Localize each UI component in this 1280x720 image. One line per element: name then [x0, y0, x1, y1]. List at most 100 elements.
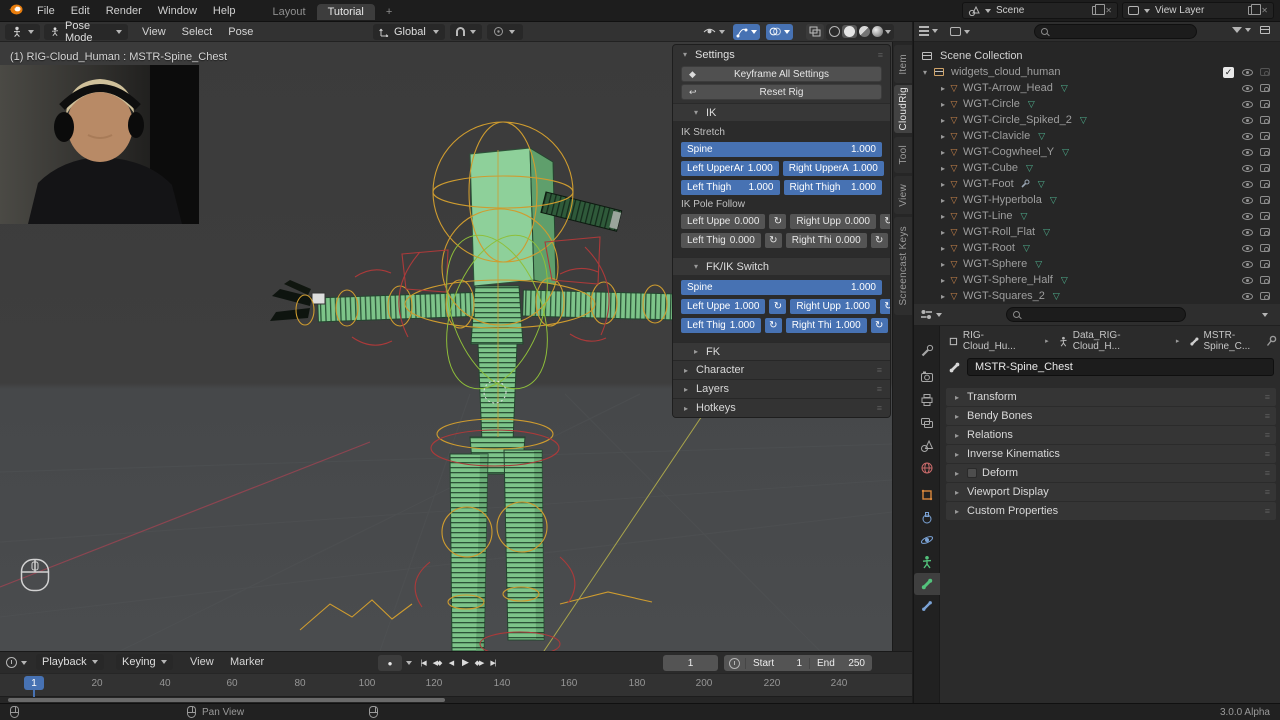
outliner-row-wgt[interactable]: ▸▽WGT-Sphere_Half▽ [914, 272, 1280, 288]
expand-icon[interactable]: ▸ [938, 164, 948, 173]
outliner-row-wgt[interactable]: ▸▽WGT-Roll_Flat▽ [914, 224, 1280, 240]
tab-physics[interactable] [914, 529, 940, 551]
jump-to-end-button[interactable]: ▶| [486, 655, 500, 670]
workspace-tab-tutorial[interactable]: Tutorial [317, 4, 375, 20]
character-panel-header[interactable]: ▸ Character≡ [673, 360, 890, 379]
render-camera-icon[interactable] [1260, 196, 1270, 204]
panel-viewport-display[interactable]: ▸Viewport Display≡ [946, 483, 1276, 501]
properties-search-input[interactable] [1006, 307, 1186, 322]
refresh-icon[interactable]: ↻ [871, 233, 888, 248]
expand-icon[interactable]: ▸ [938, 212, 948, 221]
hide-eye-icon[interactable] [1242, 229, 1253, 236]
panel-transform[interactable]: ▸Transform≡ [946, 388, 1276, 406]
hide-eye-icon[interactable] [1242, 69, 1253, 76]
play-button[interactable]: ▶ [458, 655, 472, 670]
breadcrumb-armature[interactable]: Data_RIG-Cloud_H... [1058, 330, 1167, 352]
workspace-tab-layout[interactable]: Layout [262, 4, 317, 20]
expand-icon[interactable]: ▸ [938, 196, 948, 205]
outliner-row-scene-collection[interactable]: Scene Collection [914, 48, 1280, 64]
properties-options-chevron-icon[interactable] [1262, 313, 1268, 317]
tab-bone-constraints[interactable] [914, 595, 940, 617]
hide-eye-icon[interactable] [1242, 85, 1253, 92]
reset-rig-button[interactable]: ↩ Reset Rig [681, 84, 882, 100]
fkik-left-upperarm-slider[interactable]: Left Uppe1.000 [681, 299, 765, 314]
shading-rendered-button[interactable] [872, 26, 883, 37]
current-frame-field[interactable]: 1 [663, 655, 718, 671]
outliner-row-wgt[interactable]: ▸▽WGT-Cogwheel_Y▽ [914, 144, 1280, 160]
render-camera-icon[interactable] [1260, 116, 1270, 124]
menu-playback[interactable]: Playback [36, 654, 104, 670]
tab-cloudrig[interactable]: CloudRig [894, 85, 912, 133]
menu-select[interactable]: Select [174, 26, 221, 38]
viewport-3d[interactable]: (1) RIG-Cloud_Human : MSTR-Spine_Chest ▾… [0, 42, 912, 651]
pin-icon[interactable] [1266, 335, 1278, 347]
tab-render[interactable] [914, 366, 940, 388]
expand-icon[interactable]: ▸ [938, 228, 948, 237]
menu-render[interactable]: Render [98, 5, 150, 17]
prev-keyframe-button[interactable]: ◀◆ [430, 655, 444, 670]
snap-button[interactable] [450, 24, 482, 40]
use-preview-range-button[interactable] [724, 658, 746, 669]
tab-scene[interactable] [914, 435, 940, 457]
panel-relations[interactable]: ▸Relations≡ [946, 426, 1276, 444]
settings-panel-header[interactable]: ▾ Settings ≡ [673, 45, 890, 64]
proportional-editing-button[interactable] [487, 24, 523, 40]
outliner-row-wgt[interactable]: ▸▽WGT-Foot▽ [914, 176, 1280, 192]
outliner-row-wgt[interactable]: ▸▽WGT-Line▽ [914, 208, 1280, 224]
tab-constraints[interactable] [914, 507, 940, 529]
ik-stretch-left-upperarm-slider[interactable]: Left UpperAr1.000 [681, 161, 779, 176]
jump-to-start-button[interactable]: |◀ [416, 655, 430, 670]
tab-world[interactable] [914, 457, 940, 479]
hide-eye-icon[interactable] [1242, 101, 1253, 108]
shading-solid-button[interactable] [842, 25, 857, 38]
render-camera-icon[interactable] [1260, 148, 1270, 156]
gizmos-button[interactable] [733, 24, 760, 40]
hide-eye-icon[interactable] [1242, 293, 1253, 300]
refresh-icon[interactable]: ↻ [769, 214, 786, 229]
ik-stretch-right-thigh-slider[interactable]: Right Thigh1.000 [784, 180, 883, 195]
hide-eye-icon[interactable] [1242, 277, 1253, 284]
view-layer-selector[interactable]: View Layer ✕ [1122, 2, 1274, 19]
outliner-search-input[interactable] [1034, 24, 1197, 39]
hide-eye-icon[interactable] [1242, 245, 1253, 252]
tab-object[interactable] [914, 484, 940, 506]
hide-eye-icon[interactable] [1242, 165, 1253, 172]
render-camera-icon[interactable] [1260, 164, 1270, 172]
new-collection-button[interactable] [1260, 25, 1270, 37]
refresh-icon[interactable]: ↻ [769, 299, 786, 314]
tab-object-data[interactable] [914, 551, 940, 573]
menu-pose[interactable]: Pose [220, 26, 261, 38]
hide-eye-icon[interactable] [1242, 197, 1253, 204]
fkik-spine-slider[interactable]: Spine1.000 [681, 280, 882, 295]
timeline-scrollbar[interactable] [8, 698, 445, 702]
ik-stretch-left-thigh-slider[interactable]: Left Thigh1.000 [681, 180, 780, 195]
blender-logo-icon[interactable] [8, 3, 23, 18]
outliner-row-wgt[interactable]: ▸▽WGT-Circle▽ [914, 96, 1280, 112]
mode-selector[interactable]: Pose Mode [44, 24, 128, 40]
overlays-button[interactable] [766, 24, 793, 40]
properties-editor-type-button[interactable] [920, 309, 942, 320]
scene-selector[interactable]: Scene ✕ [962, 2, 1118, 19]
pole-left-upperarm-slider[interactable]: Left Uppe0.000 [681, 214, 765, 229]
outliner-row-wgt[interactable]: ▸▽WGT-Sphere▽ [914, 256, 1280, 272]
layers-panel-header[interactable]: ▸ Layers≡ [673, 379, 890, 398]
expand-icon[interactable]: ▸ [938, 260, 948, 269]
chevron-down-icon[interactable] [406, 661, 412, 665]
menu-window[interactable]: Window [150, 5, 205, 17]
outliner-row-wgt[interactable]: ▸▽WGT-Clavicle▽ [914, 128, 1280, 144]
menu-view[interactable]: View [182, 656, 222, 668]
hide-eye-icon[interactable] [1242, 149, 1253, 156]
expand-icon[interactable]: ▸ [938, 180, 948, 189]
fkik-right-thigh-slider[interactable]: Right Thi1.000 [786, 318, 867, 333]
auto-keying-record-button[interactable]: ● [378, 655, 402, 671]
ik-stretch-right-upperarm-slider[interactable]: Right UpperA1.000 [783, 161, 884, 176]
copy-view-layer-icon[interactable] [1248, 6, 1256, 15]
tab-output[interactable] [914, 389, 940, 411]
tab-screencast-keys[interactable]: Screencast Keys [894, 217, 912, 315]
panel-custom-properties[interactable]: ▸Custom Properties≡ [946, 502, 1276, 520]
shading-material-button[interactable] [859, 26, 870, 37]
expand-icon[interactable]: ▸ [938, 148, 948, 157]
render-camera-icon[interactable] [1260, 84, 1270, 92]
pole-left-thigh-slider[interactable]: Left Thig0.000 [681, 233, 761, 248]
tab-view-layer[interactable] [914, 412, 940, 434]
